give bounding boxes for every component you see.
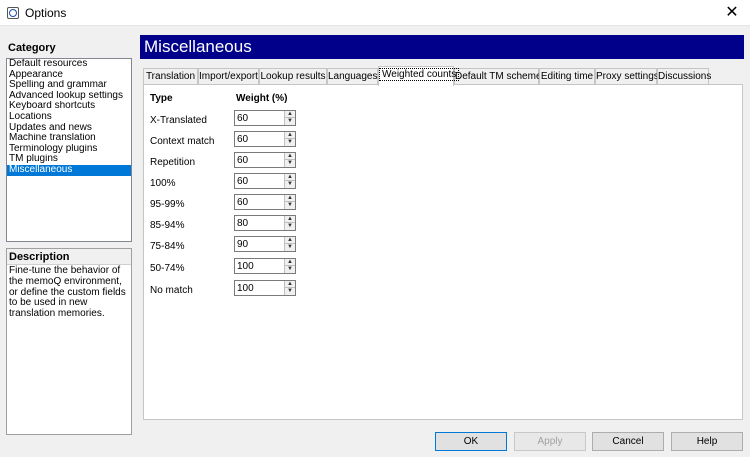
memoq-app-icon: [7, 7, 19, 19]
category-label: Category: [8, 42, 56, 54]
weight-value[interactable]: 60: [237, 154, 248, 167]
weight-value[interactable]: 80: [237, 217, 248, 230]
spinner-buttons: ▲ ▼: [284, 281, 295, 295]
row-label-x-translated: X-Translated: [150, 115, 207, 126]
row-label-repetition: Repetition: [150, 157, 196, 168]
tab-proxy-settings[interactable]: Proxy settings: [595, 68, 659, 85]
apply-button[interactable]: Apply: [514, 432, 586, 451]
category-item-appearance[interactable]: Appearance: [7, 70, 131, 81]
spin-up-icon[interactable]: ▲: [285, 174, 295, 181]
category-item-advanced-lookup-settings[interactable]: Advanced lookup settings: [7, 91, 131, 102]
category-item-updates-and-news[interactable]: Updates and news: [7, 123, 131, 134]
description-label: Description: [7, 249, 131, 264]
spinner-buttons: ▲ ▼: [284, 237, 295, 251]
spinner-buttons: ▲ ▼: [284, 259, 295, 273]
tab-languages[interactable]: Languages: [327, 68, 378, 85]
category-item-default-resources[interactable]: Default resources: [7, 59, 131, 70]
tab-default-tm-scheme[interactable]: Default TM scheme: [454, 68, 542, 85]
spin-down-icon[interactable]: ▼: [285, 223, 295, 230]
help-button[interactable]: Help: [671, 432, 743, 451]
weight-value[interactable]: 60: [237, 133, 248, 146]
tab-weighted-counts[interactable]: Weighted counts: [378, 66, 460, 86]
weight-value[interactable]: 90: [237, 238, 248, 251]
spin-up-icon[interactable]: ▲: [285, 195, 295, 202]
spinner-buttons: ▲ ▼: [284, 216, 295, 230]
weight-value[interactable]: 60: [237, 112, 248, 125]
tab-discussions[interactable]: Discussions: [657, 68, 711, 85]
weight-value[interactable]: 60: [237, 175, 248, 188]
spinner-buttons: ▲ ▼: [284, 195, 295, 209]
row-label-no-match: No match: [150, 285, 193, 296]
row-label-50-74: 50-74%: [150, 263, 185, 274]
spin-up-icon[interactable]: ▲: [285, 216, 295, 223]
category-item-tm-plugins[interactable]: TM plugins: [7, 154, 131, 165]
spin-up-icon[interactable]: ▲: [285, 237, 295, 244]
tab-lookup-results[interactable]: Lookup results: [259, 68, 327, 85]
description-box: Description Fine-tune the behavior of th…: [6, 248, 132, 435]
row-label-100: 100%: [150, 178, 176, 189]
description-text: Fine-tune the behavior of the memoQ envi…: [7, 264, 131, 434]
weight-spinner-no-match[interactable]: 100 ▲ ▼: [234, 280, 296, 296]
ok-button[interactable]: OK: [435, 432, 507, 451]
weight-value[interactable]: 60: [237, 196, 248, 209]
category-item-spelling-and-grammar[interactable]: Spelling and grammar: [7, 80, 131, 91]
spin-down-icon[interactable]: ▼: [285, 288, 295, 295]
tab-weighted-counts-label: Weighted counts: [379, 68, 460, 81]
spin-up-icon[interactable]: ▲: [285, 111, 295, 118]
window-title: Options: [25, 6, 67, 20]
category-item-miscellaneous[interactable]: Miscellaneous: [7, 164, 131, 176]
spin-down-icon[interactable]: ▼: [285, 266, 295, 273]
panel-title: Miscellaneous: [140, 35, 744, 59]
category-item-terminology-plugins[interactable]: Terminology plugins: [7, 144, 131, 155]
spinner-buttons: ▲ ▼: [284, 174, 295, 188]
spin-up-icon[interactable]: ▲: [285, 132, 295, 139]
category-list[interactable]: Default resources Appearance Spelling an…: [6, 58, 132, 242]
row-label-85-94: 85-94%: [150, 220, 185, 231]
weight-spinner-85-94[interactable]: 80 ▲ ▼: [234, 215, 296, 231]
spinner-buttons: ▲ ▼: [284, 111, 295, 125]
row-label-75-84: 75-84%: [150, 241, 185, 252]
spin-down-icon[interactable]: ▼: [285, 244, 295, 251]
category-item-locations[interactable]: Locations: [7, 112, 131, 123]
category-item-machine-translation[interactable]: Machine translation: [7, 133, 131, 144]
weight-spinner-50-74[interactable]: 100 ▲ ▼: [234, 258, 296, 274]
category-item-keyboard-shortcuts[interactable]: Keyboard shortcuts: [7, 101, 131, 112]
tab-editing-time[interactable]: Editing time: [539, 68, 595, 85]
weight-spinner-x-translated[interactable]: 60 ▲ ▼: [234, 110, 296, 126]
spinner-buttons: ▲ ▼: [284, 132, 295, 146]
spin-up-icon[interactable]: ▲: [285, 153, 295, 160]
weight-spinner-100[interactable]: 60 ▲ ▼: [234, 173, 296, 189]
weighted-counts-panel: [143, 84, 743, 420]
tab-translation[interactable]: Translation: [143, 68, 198, 85]
title-bar: Options ✕: [0, 0, 750, 26]
column-header-weight: Weight (%): [236, 93, 288, 104]
row-label-context-match: Context match: [150, 136, 215, 147]
weight-value[interactable]: 100: [237, 282, 254, 295]
spin-down-icon[interactable]: ▼: [285, 160, 295, 167]
spin-down-icon[interactable]: ▼: [285, 118, 295, 125]
tab-import-export[interactable]: Import/export: [198, 68, 259, 85]
weight-value[interactable]: 100: [237, 260, 254, 273]
column-header-type: Type: [150, 93, 173, 104]
weight-spinner-repetition[interactable]: 60 ▲ ▼: [234, 152, 296, 168]
weight-spinner-75-84[interactable]: 90 ▲ ▼: [234, 236, 296, 252]
spin-up-icon[interactable]: ▲: [285, 259, 295, 266]
spinner-buttons: ▲ ▼: [284, 153, 295, 167]
row-label-95-99: 95-99%: [150, 199, 185, 210]
close-button[interactable]: ✕: [714, 0, 750, 26]
spin-up-icon[interactable]: ▲: [285, 281, 295, 288]
spin-down-icon[interactable]: ▼: [285, 139, 295, 146]
spin-down-icon[interactable]: ▼: [285, 181, 295, 188]
weight-spinner-95-99[interactable]: 60 ▲ ▼: [234, 194, 296, 210]
cancel-button[interactable]: Cancel: [592, 432, 664, 451]
spin-down-icon[interactable]: ▼: [285, 202, 295, 209]
weight-spinner-context-match[interactable]: 60 ▲ ▼: [234, 131, 296, 147]
